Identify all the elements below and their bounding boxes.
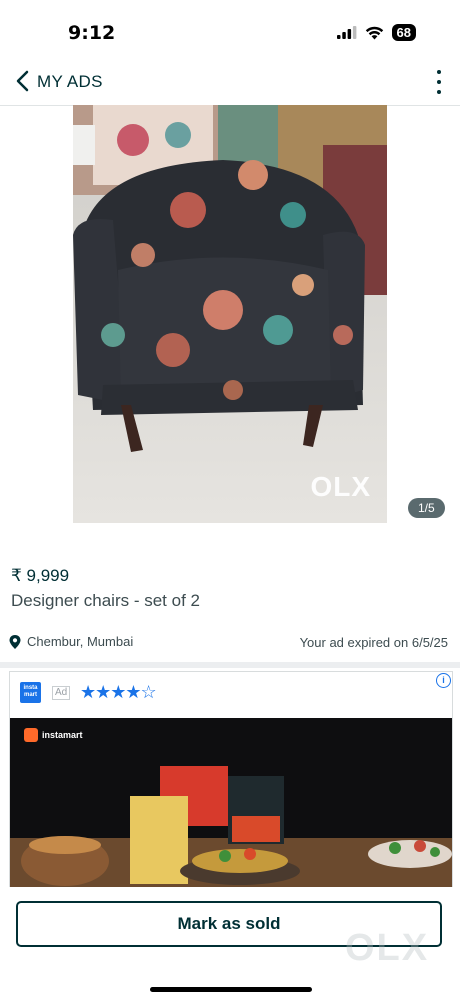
location-pin-icon (9, 634, 21, 649)
expiry-text: Your ad expired on 6/5/25 (299, 635, 448, 650)
ad-banner[interactable]: instamart (10, 718, 452, 887)
wifi-icon (365, 26, 383, 39)
ad-label: Ad (52, 686, 71, 700)
listing-photo[interactable]: OLX (73, 105, 387, 523)
sponsored-ad[interactable]: insta mart Ad ★★★★☆ i instamart (9, 671, 453, 888)
olx-watermark: OLX (310, 471, 371, 502)
status-icons: 68 (336, 24, 416, 41)
battery-indicator: 68 (391, 24, 416, 41)
more-vertical-icon (437, 70, 441, 74)
more-options-button[interactable] (434, 70, 444, 94)
olx-faint-watermark: OLX (345, 927, 430, 969)
back-button[interactable] (10, 68, 34, 94)
bottom-action-bar: Mark as sold OLX (0, 887, 460, 1000)
chair-image (73, 105, 387, 523)
instamart-logo: insta mart (20, 682, 41, 703)
listing-price: ₹ 9,999 (11, 566, 70, 585)
ad-product-image (10, 766, 452, 887)
chevron-left-icon (16, 70, 29, 92)
ad-header: insta mart Ad ★★★★☆ i (10, 672, 452, 718)
page-title: MY ADS (37, 72, 103, 91)
listing-title: Designer chairs - set of 2 (11, 591, 200, 610)
location-text: Chembur, Mumbai (27, 634, 134, 649)
location-row: Chembur, Mumbai (9, 634, 133, 649)
photo-counter: 1/5 (408, 498, 445, 518)
home-indicator (150, 987, 312, 992)
rating-stars: ★★★★☆ (80, 682, 157, 702)
status-bar: 9:12 68 (0, 0, 460, 60)
section-divider (0, 662, 460, 668)
signal-icon (336, 26, 356, 39)
status-time: 9:12 (68, 22, 116, 44)
app-header: MY ADS (0, 60, 460, 106)
info-icon[interactable]: i (436, 673, 451, 688)
